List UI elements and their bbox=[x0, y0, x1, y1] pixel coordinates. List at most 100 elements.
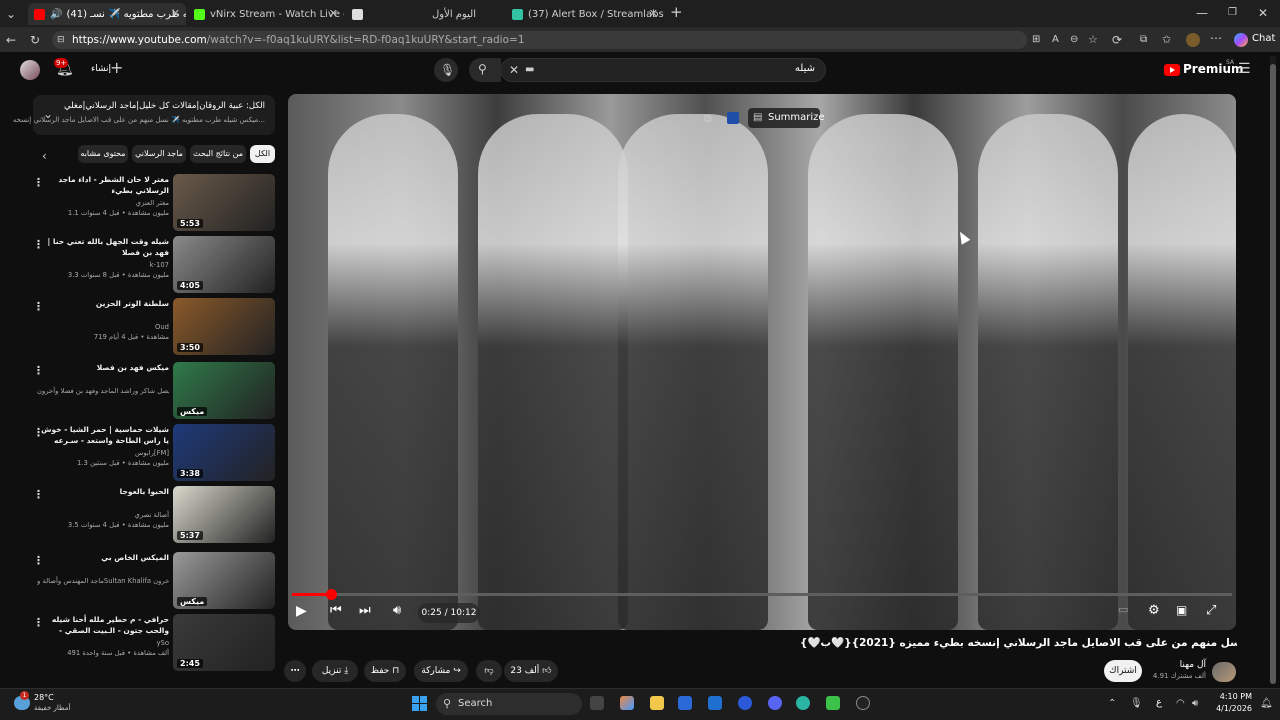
brand-premium[interactable]: Premium bbox=[1183, 62, 1244, 76]
chip-all[interactable]: الكل bbox=[250, 145, 275, 163]
keyboard-icon[interactable]: ▬ bbox=[525, 63, 534, 77]
more-options-icon[interactable]: ⋮ bbox=[33, 426, 44, 439]
fullscreen-icon[interactable]: ⤢ bbox=[1206, 603, 1216, 618]
play-icon[interactable]: ▶ bbox=[296, 603, 307, 619]
recommended-video[interactable]: 4:05 شيله وقت الجهل بالله تعني حنا | فهد … bbox=[33, 236, 275, 296]
channel-avatar[interactable] bbox=[1212, 662, 1236, 682]
wifi-icon[interactable]: ◠ bbox=[1176, 697, 1185, 711]
video-title[interactable]: الحبوا بالعوجا bbox=[37, 486, 169, 497]
progress-knob[interactable] bbox=[325, 589, 337, 600]
windows-start-icon[interactable] bbox=[412, 696, 428, 712]
recommended-video[interactable]: 3:50 سلطنة الوتر الحزين Oud 719 مشاهدة • قب… bbox=[33, 298, 275, 358]
theater-mode-icon[interactable]: ▣ bbox=[1176, 603, 1187, 617]
obs-icon[interactable] bbox=[856, 696, 870, 710]
app-icon-green[interactable] bbox=[826, 696, 840, 710]
close-tab-icon[interactable]: ✕ bbox=[649, 7, 658, 20]
scrollbar-thumb[interactable] bbox=[1270, 64, 1276, 684]
more-options-icon[interactable]: ⋮ bbox=[33, 300, 44, 313]
video-thumbnail[interactable]: 2:45 bbox=[173, 614, 275, 671]
more-menu-icon[interactable]: ⋯ bbox=[1210, 31, 1222, 45]
recommended-video[interactable]: 2:45 حرافي - م حطير ملله أحنا شيله والحب … bbox=[33, 614, 275, 674]
recommended-video[interactable]: 5:37 الحبوا بالعوجا أصالة نصري 3.5 مليون مش… bbox=[33, 486, 275, 546]
volume-tray-icon[interactable]: 🔊︎ bbox=[1192, 697, 1198, 711]
more-options-icon[interactable]: ⋮ bbox=[33, 176, 44, 189]
file-explorer-icon[interactable] bbox=[650, 696, 664, 710]
tray-chevron-icon[interactable]: ⌃ bbox=[1108, 697, 1116, 711]
more-options-icon[interactable]: ⋮ bbox=[33, 488, 44, 501]
video-thumbnail[interactable]: 4:05 bbox=[173, 236, 275, 293]
chips-scroll-left-icon[interactable]: ‹ bbox=[42, 149, 47, 163]
video-thumbnail[interactable]: 5:37 bbox=[173, 486, 275, 543]
video-thumbnail[interactable]: 3:38 bbox=[173, 424, 275, 481]
chat-label[interactable]: Chat bbox=[1252, 33, 1275, 44]
summarize-button[interactable]: ▤ Summarize bbox=[748, 108, 825, 128]
more-options-icon[interactable]: ⋮ bbox=[33, 554, 44, 567]
reload-icon[interactable]: ↻ bbox=[30, 33, 40, 47]
save-button[interactable]: حفظ ⊓ bbox=[364, 660, 406, 682]
chip-similar[interactable]: محتوى مشابه bbox=[78, 145, 128, 163]
chip-majed[interactable]: ماجد الرسلاني bbox=[132, 145, 186, 163]
tab-youtube[interactable]: 🔊 (41) شيله طرب مطتويه ✈️ نسـ ✕ bbox=[28, 3, 186, 25]
taskbar-search[interactable]: ⚲ Search bbox=[436, 693, 582, 715]
video-title[interactable]: حرافي - م حطير ملله أحنا شيله والحب جتون… bbox=[37, 614, 169, 636]
channel-name[interactable]: آل مهنا bbox=[1150, 660, 1206, 670]
notification-center-icon[interactable]: 🔔︎ bbox=[1260, 697, 1273, 711]
copilot-taskbar-icon[interactable] bbox=[620, 696, 634, 710]
read-aloud-icon[interactable]: A bbox=[1052, 33, 1059, 47]
subscribe-button[interactable]: اشتراك bbox=[1104, 660, 1142, 682]
recommended-video[interactable]: 3:38 شيلات حماسية | حمر الشيا - خوش يا را… bbox=[33, 424, 275, 484]
video-title[interactable]: مغتر لا حان الشطر - اداء ماجد الرسلاني ب… bbox=[37, 174, 169, 196]
search-input[interactable]: ✕ ▬ شيله bbox=[500, 58, 826, 82]
recommended-video[interactable]: ميكس الميكس الخاص بي ماجد المهندس وأصالة و… bbox=[33, 552, 275, 612]
app-available-icon[interactable]: ⊞ bbox=[1032, 33, 1040, 47]
miniplayer-icon[interactable]: ⧉ bbox=[704, 112, 712, 126]
voice-search-button[interactable]: 🎙︎ bbox=[434, 58, 458, 82]
site-info-icon[interactable]: ⊟ bbox=[57, 33, 65, 47]
tab-kick[interactable]: vNirx Stream - Watch Live on Kick ✕ bbox=[188, 3, 344, 25]
recommended-video[interactable]: 5:53 مغتر لا حان الشطر - اداء ماجد الرسلا… bbox=[33, 174, 275, 234]
task-view-icon[interactable] bbox=[590, 696, 604, 710]
discord-icon[interactable] bbox=[768, 696, 782, 710]
split-screen-icon[interactable]: ⧉ bbox=[1140, 33, 1147, 47]
video-title[interactable]: الميكس الخاص بي bbox=[37, 552, 169, 563]
account-avatar[interactable] bbox=[20, 60, 40, 80]
recommended-video[interactable]: ميكس ميكس فهد بن فصلا فيصل شاكر وراشد الما… bbox=[33, 362, 275, 422]
outlook-icon[interactable] bbox=[708, 696, 722, 710]
tab-day-one[interactable]: اليوم الأول bbox=[346, 3, 504, 25]
favorites-icon[interactable]: ✩ bbox=[1162, 33, 1171, 47]
close-window-icon[interactable]: ✕ bbox=[1258, 6, 1268, 20]
copilot-icon[interactable] bbox=[1234, 33, 1248, 47]
profile-avatar[interactable] bbox=[1186, 33, 1200, 47]
more-options-icon[interactable]: ⋮ bbox=[33, 364, 44, 377]
speaker-icon[interactable]: 🔊 bbox=[50, 9, 62, 20]
tab-streamlabs[interactable]: (37) Alert Box / Streamlabs ✕ bbox=[506, 3, 664, 25]
video-thumbnail[interactable]: ميكس bbox=[173, 552, 275, 609]
video-thumbnail[interactable]: ميكس bbox=[173, 362, 275, 419]
zoom-icon[interactable]: ⊖ bbox=[1070, 33, 1078, 47]
language-indicator[interactable]: ع bbox=[1156, 697, 1162, 708]
close-tab-icon[interactable]: ✕ bbox=[171, 7, 180, 20]
volume-icon[interactable]: 🔊︎ bbox=[393, 603, 401, 618]
create-plus-icon[interactable]: + bbox=[110, 60, 123, 76]
new-tab-plus-icon[interactable]: + bbox=[670, 5, 683, 20]
video-player[interactable] bbox=[288, 94, 1236, 630]
progress-bar[interactable] bbox=[292, 589, 1232, 600]
download-button[interactable]: تنزيل ⤓ bbox=[312, 660, 358, 682]
previous-icon[interactable]: ⏮ bbox=[330, 603, 342, 618]
chip-search-results[interactable]: من نتائج البحث bbox=[190, 145, 246, 163]
next-icon[interactable]: ⏭ bbox=[359, 603, 371, 618]
store-icon[interactable] bbox=[678, 696, 692, 710]
video-title[interactable]: شيله وقت الجهل بالله تعني حنا | فهد بن ف… bbox=[37, 236, 169, 258]
minimize-icon[interactable]: — bbox=[1196, 6, 1208, 20]
weather-temp[interactable]: 28°C bbox=[34, 693, 54, 702]
share-button[interactable]: مشاركة ↪ bbox=[414, 660, 468, 682]
settings-gear-icon[interactable]: ⚙ bbox=[1148, 603, 1160, 618]
close-tab-icon[interactable]: ✕ bbox=[329, 7, 338, 20]
clear-search-icon[interactable]: ✕ bbox=[509, 63, 519, 77]
more-options-icon[interactable]: ⋮ bbox=[33, 616, 44, 629]
video-title[interactable]: سلطنة الوتر الحزين bbox=[37, 298, 169, 309]
overlay-badge-icon[interactable] bbox=[727, 112, 739, 124]
video-title[interactable]: شيلات حماسية | حمر الشيا - خوش يا راس ال… bbox=[37, 424, 169, 446]
back-arrow-icon[interactable]: ← bbox=[6, 33, 16, 47]
tray-mic-icon[interactable]: 🎙︎ bbox=[1130, 697, 1143, 711]
